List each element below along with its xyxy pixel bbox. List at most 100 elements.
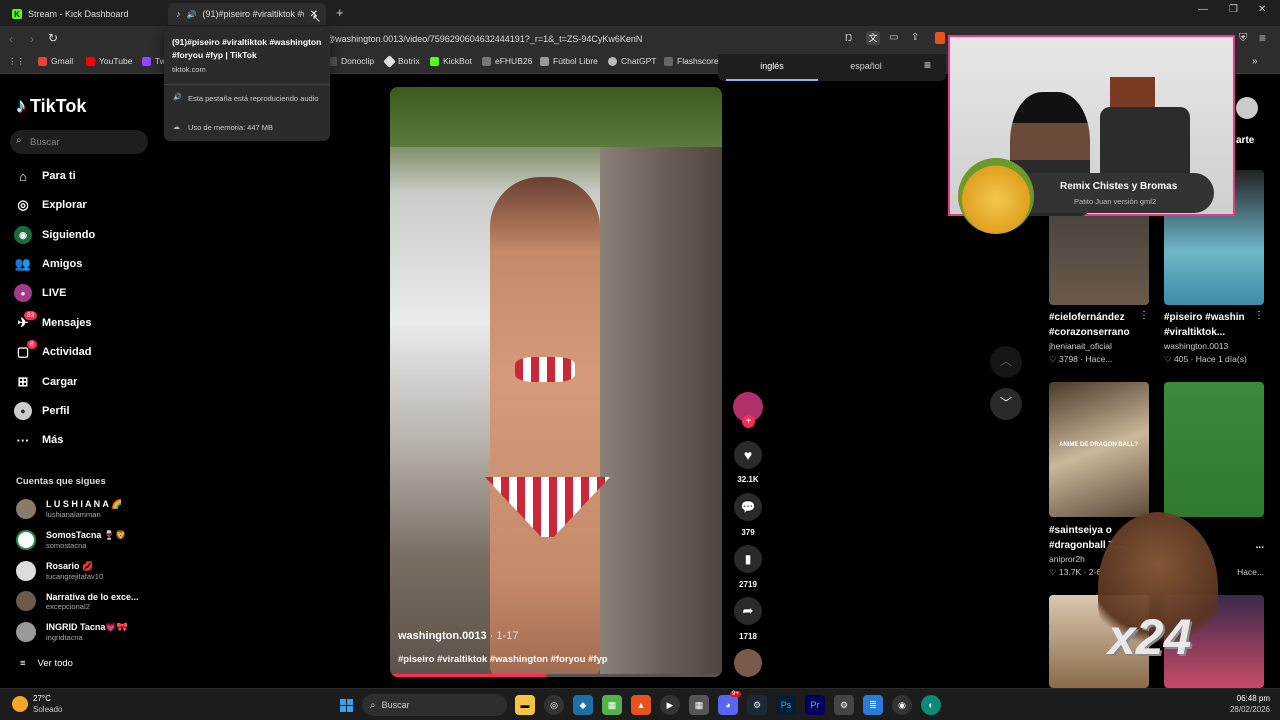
following-user: somostacna	[46, 541, 87, 550]
share-button[interactable]: ➦	[734, 597, 762, 625]
bookmark-efhub[interactable]: eFHUB26	[482, 56, 532, 66]
bookmark-label: YouTube	[99, 56, 133, 66]
tab-hover-title: (91)#piseiro #viraltiktok #washington #f…	[172, 37, 322, 60]
grid-item-info[interactable]: #cielofernández #corazonserrano jheniana…	[1049, 310, 1149, 366]
restore-icon[interactable]: ❐	[1229, 4, 1238, 15]
like-button[interactable]: ♥	[734, 441, 762, 469]
nav-cargar[interactable]: ⊞ Cargar	[14, 373, 78, 391]
video-author[interactable]: washington.0013 · 1-17	[398, 630, 518, 642]
bookmark-twitch[interactable]: Tw	[142, 56, 166, 66]
progress-bar[interactable]	[390, 674, 722, 677]
weather-icon[interactable]	[12, 696, 28, 712]
clock-time[interactable]: 06:48 pm	[1220, 694, 1270, 703]
bookmark-donoclip[interactable]: Donoclip	[328, 56, 374, 66]
brave-icon[interactable]: ▲	[631, 695, 651, 715]
premiere-icon[interactable]: Pr	[805, 695, 825, 715]
nav-amigos[interactable]: 👥 Amigos	[14, 255, 82, 273]
nav-para-ti[interactable]: ⌂ Para ti	[14, 167, 76, 185]
media-icon[interactable]: ▶	[660, 695, 680, 715]
save-button[interactable]: ▮	[734, 545, 762, 573]
vpn-icon[interactable]: ⛨	[1239, 32, 1247, 45]
following-item[interactable]: INGRID Tacna💗🎀 ingridtacna	[16, 622, 128, 642]
grid-title: #corazonserrano	[1049, 327, 1130, 338]
grid-thumbnail[interactable]	[1164, 382, 1264, 517]
taskbar-search[interactable]: ⌕ Buscar	[362, 694, 507, 716]
memory-icon: ☁	[173, 124, 180, 131]
new-tab-icon[interactable]: +	[336, 5, 344, 20]
following-item[interactable]: Narrativa de lo exce... excepcional2	[16, 591, 139, 611]
chrome-icon[interactable]: ◎	[544, 695, 564, 715]
nav-siguiendo[interactable]: ◉ Siguiendo	[14, 226, 95, 244]
more-bookmarks-icon[interactable]: »	[1252, 56, 1258, 67]
menu-icon[interactable]: ≡	[1259, 31, 1266, 45]
vscode-icon[interactable]: ◆	[573, 695, 593, 715]
bookmark-flashscore[interactable]: Flashscore	[664, 56, 719, 66]
grid-thumbnail[interactable]: ANIME DE DRAGON BALL?	[1049, 382, 1149, 517]
mouse-cursor-icon: ↖	[312, 13, 322, 25]
search-box[interactable]: ⌕ Buscar	[10, 130, 148, 154]
brave-shield-icon[interactable]	[935, 32, 945, 44]
more-options-icon[interactable]: ⋮	[1254, 310, 1264, 321]
translate-icon[interactable]: 文	[866, 31, 880, 45]
back-icon[interactable]: ‹	[9, 32, 13, 46]
cast-icon[interactable]: ▭	[889, 32, 898, 43]
weather-temp[interactable]: 27°C	[33, 694, 51, 703]
grid-item-info[interactable]: #piseiro #washin #viraltiktok... washing…	[1164, 310, 1264, 366]
obs-icon[interactable]: ◉	[892, 695, 912, 715]
tiktok-logo[interactable]: ♪ TikTok	[16, 95, 86, 118]
calculator-icon[interactable]: ▦	[689, 695, 709, 715]
nav-actividad[interactable]: ▢ Actividad	[14, 343, 92, 361]
following-item[interactable]: SomosTacna 🍷🦁 somostacna	[16, 530, 126, 550]
sound-disc-icon[interactable]	[734, 649, 762, 677]
tab-kick-dashboard[interactable]: K Stream - Kick Dashboard	[4, 3, 164, 25]
bookmark-chatgpt[interactable]: ChatGPT	[608, 56, 656, 66]
tab-hover-memory: Uso de memoria: 447 MB	[188, 123, 274, 132]
see-all-link[interactable]: ≡ Ver todo	[20, 658, 73, 669]
apps-icon[interactable]: ⋮⋮	[8, 56, 25, 67]
nav-mas[interactable]: ··· Más	[14, 431, 64, 449]
nav-explorar[interactable]: ◎ Explorar	[14, 196, 86, 214]
nav-live[interactable]: ● LIVE	[14, 284, 66, 302]
following-item[interactable]: L U S H I A N A 🌈 lushianalamman	[16, 499, 122, 519]
close-window-icon[interactable]: ✕	[1258, 4, 1266, 15]
discord-icon[interactable]: ◕	[718, 695, 738, 715]
tiktok-logo-text: TikTok	[30, 96, 87, 116]
bookmark-gmail[interactable]: Gmail	[38, 56, 73, 66]
bookmark-botrix[interactable]: Botrix	[383, 54, 420, 68]
address-bar[interactable]: @washington.0013/video/75962906046324441…	[326, 34, 642, 44]
nav-perfil[interactable]: ● Perfil	[14, 402, 70, 420]
follow-plus-icon[interactable]: +	[742, 415, 755, 428]
kickbot-icon	[430, 56, 439, 66]
video-player[interactable]: washington.0013 · 1-17 #piseiro #viralti…	[390, 87, 722, 677]
translate-lang-source[interactable]: inglés	[726, 54, 818, 81]
comment-button[interactable]: 💬	[734, 493, 762, 521]
more-options-icon[interactable]: ⋮	[1139, 310, 1149, 321]
windows-start-icon[interactable]	[336, 695, 356, 715]
bookmark-futbol-libre[interactable]: Fútbol Libre	[540, 56, 598, 66]
prev-video-button[interactable]: ︿	[990, 346, 1022, 378]
search-icon: ⌕	[16, 135, 22, 146]
steam-icon[interactable]: ⚙	[747, 695, 767, 715]
video-caption[interactable]: #piseiro #viraltiktok #washington #foryo…	[398, 654, 608, 665]
grid-item-info[interactable]: ... Hace...	[1214, 523, 1264, 579]
translate-lang-target[interactable]: español	[826, 54, 906, 81]
app-icon[interactable]: ▦	[602, 695, 622, 715]
reload-icon[interactable]: ↻	[48, 31, 58, 45]
tab-tiktok[interactable]: ♪ 🔊 (91)#piseiro #viraltiktok #wa ✕	[168, 3, 326, 25]
bookmark-youtube[interactable]: YouTube	[86, 56, 132, 66]
photoshop-icon[interactable]: Ps	[776, 695, 796, 715]
edge-icon[interactable]: ◐	[921, 695, 941, 715]
translate-menu-icon[interactable]: ≡	[924, 58, 931, 72]
reader-icon[interactable]: Ŋ	[845, 33, 852, 44]
notepad-icon[interactable]: ≣	[863, 695, 883, 715]
file-explorer-icon[interactable]: ▬	[515, 695, 535, 715]
settings-icon[interactable]: ⚙	[834, 695, 854, 715]
share-icon[interactable]: ⇪	[911, 32, 919, 43]
next-video-button[interactable]: ﹀	[990, 388, 1022, 420]
nav-label: Mensajes	[42, 317, 92, 329]
user-avatar[interactable]	[1236, 97, 1258, 119]
forward-icon[interactable]: ›	[30, 32, 34, 46]
bookmark-kickbot[interactable]: KickBot	[430, 56, 472, 66]
following-item[interactable]: Rosario 💋 tucangrejitafav10	[16, 561, 103, 581]
minimize-icon[interactable]: —	[1198, 4, 1208, 15]
